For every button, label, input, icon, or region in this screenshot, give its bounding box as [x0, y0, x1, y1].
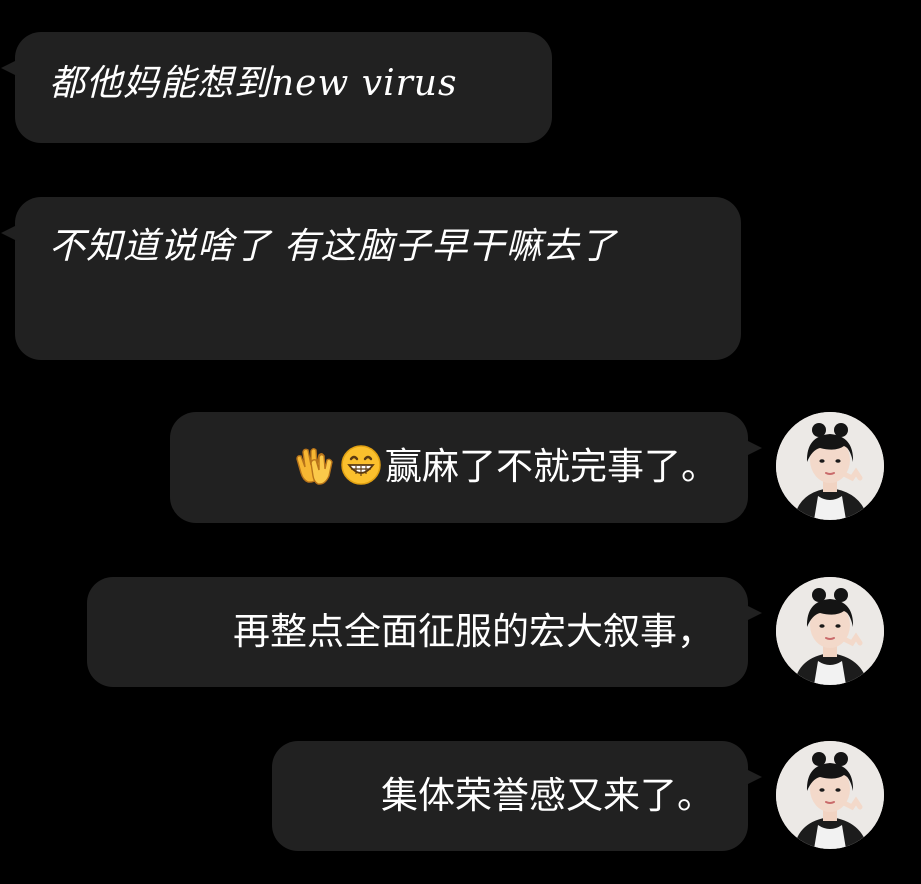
- message-text: 都他妈能想到new virus: [49, 63, 458, 104]
- avatar[interactable]: [776, 741, 884, 849]
- message-text: 不知道说啥了 有这脑子早干嘛去了: [49, 226, 617, 267]
- avatar[interactable]: [776, 577, 884, 685]
- outgoing-message-bubble[interactable]: 集体荣誉感又来了。: [272, 741, 762, 851]
- outgoing-message-bubble[interactable]: 赢麻了不就完事了。: [170, 412, 762, 523]
- avatar[interactable]: [776, 412, 884, 520]
- message-text: 集体荣誉感又来了。: [381, 774, 714, 817]
- avatar-photo-icon: [776, 412, 884, 520]
- avatar-photo-icon: [776, 741, 884, 849]
- avatar-photo-icon: [776, 577, 884, 685]
- message-text: 赢麻了不就完事了。: [385, 445, 718, 488]
- outgoing-message-bubble[interactable]: 再整点全面征服的宏大叙事，: [87, 577, 762, 687]
- incoming-message-bubble[interactable]: 不知道说啥了 有这脑子早干嘛去了: [1, 197, 741, 360]
- grinning-face-icon: [339, 443, 383, 487]
- incoming-message-bubble[interactable]: 都他妈能想到new virus: [1, 32, 552, 143]
- clapping-hands-icon: [293, 443, 337, 487]
- message-text: 再整点全面征服的宏大叙事，: [233, 610, 714, 653]
